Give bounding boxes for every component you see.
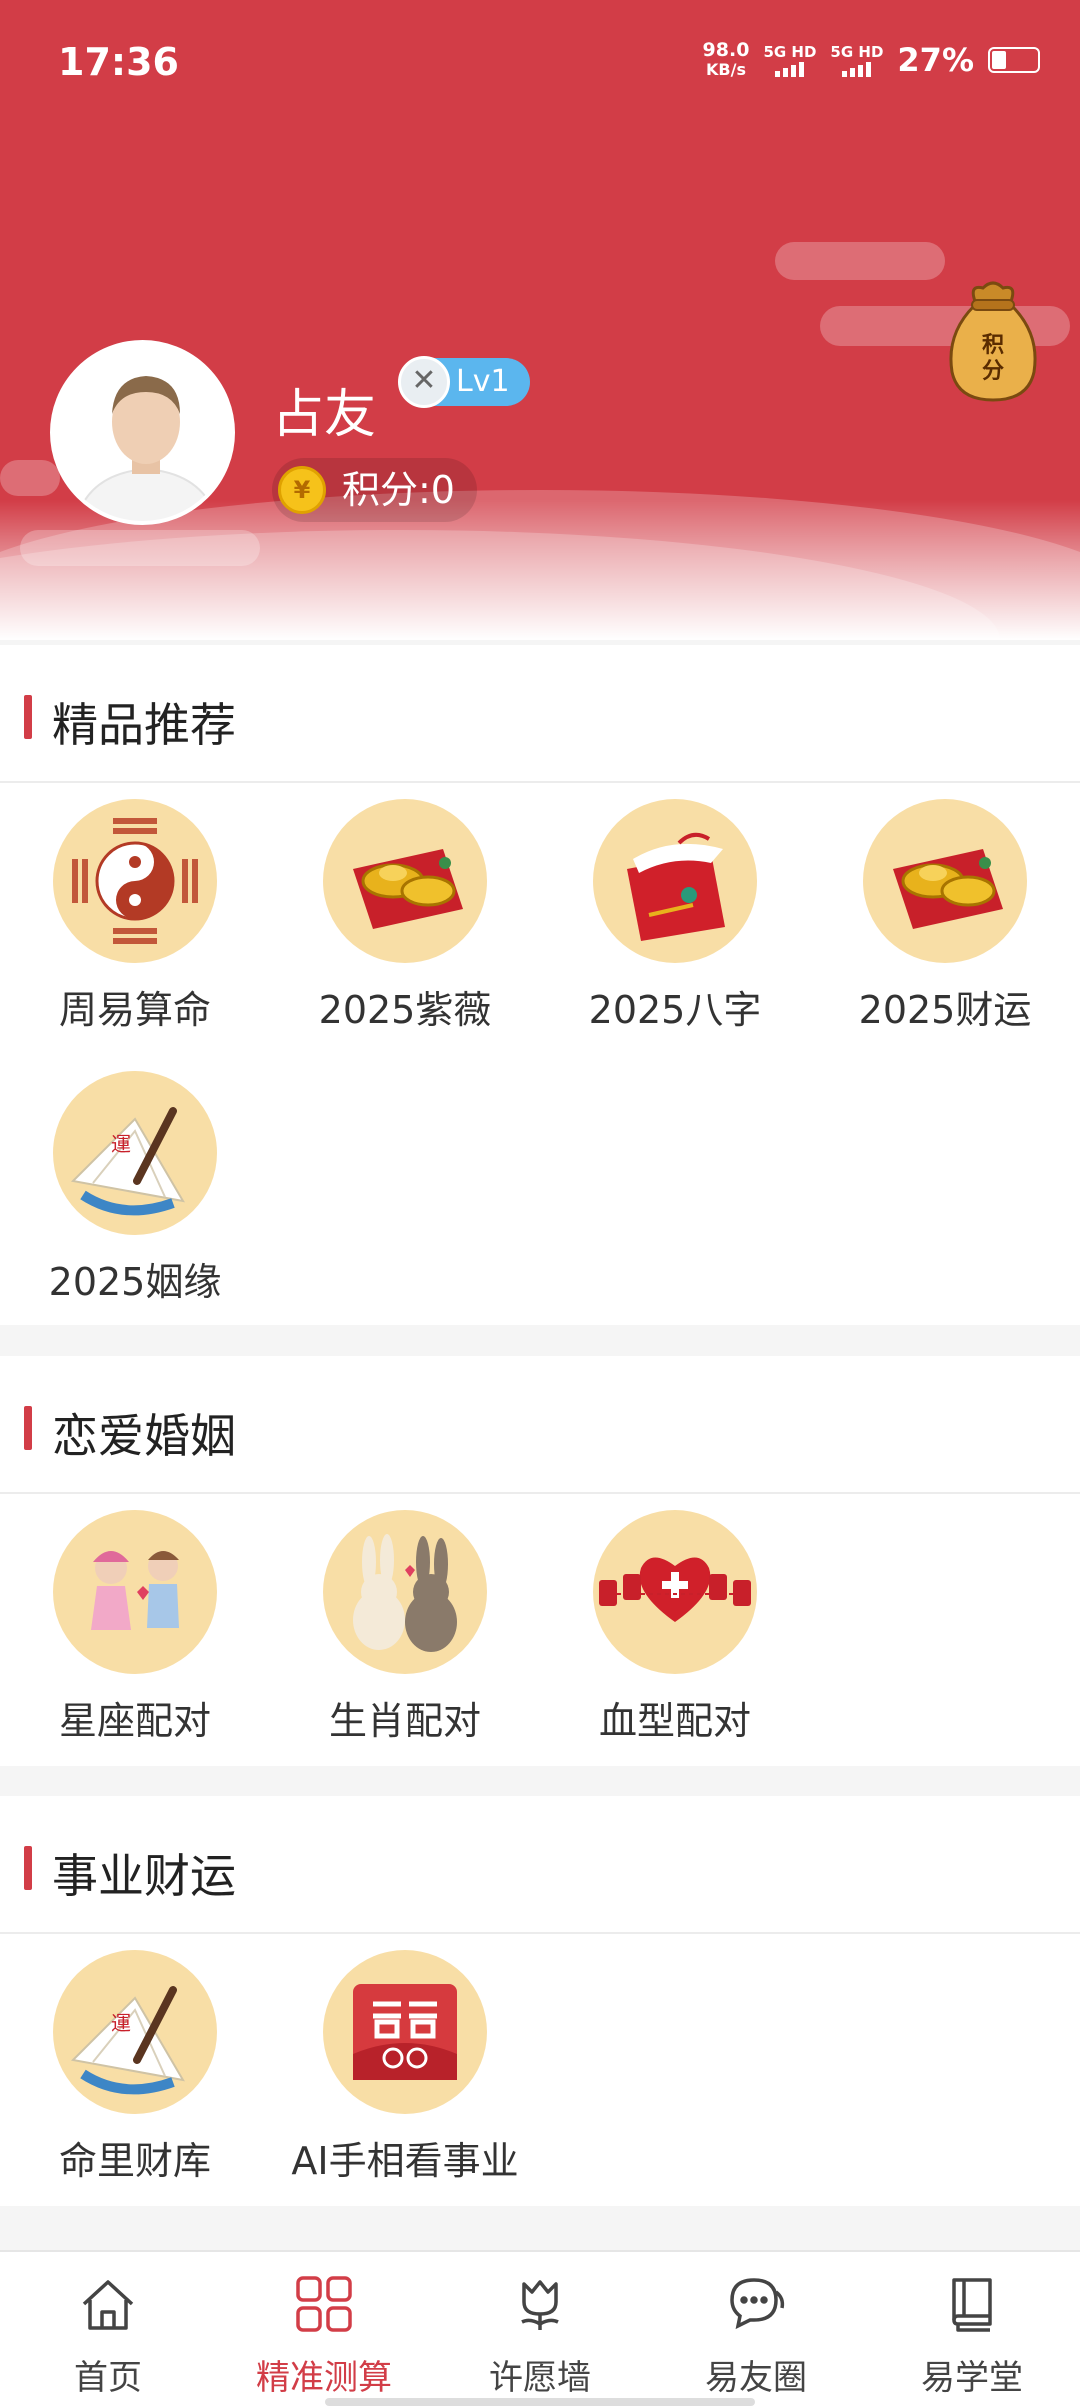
cloud-decoration [775, 242, 945, 280]
section-featured: 精品推荐 周易算命 2025紫薇 2025八字 2025财运 運 2025姻缘 [0, 645, 1080, 1325]
sim2-label: 5G HD [830, 43, 884, 61]
item-ziwei[interactable]: 2025紫薇 [270, 783, 540, 1055]
double-happiness-icon [323, 1950, 487, 2114]
section-accent-bar [24, 1406, 32, 1450]
item-label: 星座配对 [58, 1699, 211, 1743]
item-label: 2025财运 [858, 988, 1032, 1032]
item-shengxiao[interactable]: 生肖配对 [270, 1494, 540, 1766]
section-title: 事业财运 [52, 1849, 236, 1903]
home-icon [78, 2274, 138, 2334]
grid-icon [294, 2274, 354, 2334]
fan-brush-icon: 運 [53, 1071, 217, 1235]
item-label: 命里财库 [58, 2139, 211, 2183]
chat-icon [726, 2274, 786, 2334]
item-label: 2025八字 [588, 988, 762, 1032]
battery-icon [988, 47, 1040, 73]
svg-text:积: 积 [982, 333, 1004, 358]
svg-text:運: 運 [111, 2011, 131, 2035]
level-badge[interactable]: ✕ Lv1 [398, 356, 530, 408]
status-icons: 98.0 KB/s 5G HD 5G HD 27% [703, 40, 1040, 80]
item-label: 2025姻缘 [48, 1260, 222, 1304]
heart-blood-icon [593, 1510, 757, 1674]
section-title: 恋爱婚姻 [52, 1409, 236, 1463]
avatar[interactable] [50, 340, 235, 525]
signal-icon: 5G HD [763, 43, 816, 77]
tab-label: 易友圈 [705, 2358, 807, 2398]
item-zhouyi[interactable]: 周易算命 [0, 783, 270, 1055]
item-label: 血型配对 [598, 1699, 751, 1743]
points-bag-icon[interactable]: 积 分 [938, 274, 1048, 404]
home-indicator[interactable] [325, 2398, 755, 2406]
status-time: 17:36 [58, 40, 179, 84]
network-speed-unit: KB/s [706, 60, 746, 79]
couple-icon [53, 1510, 217, 1674]
section-love: 恋爱婚姻 星座配对 生肖配对 血型配对 [0, 1356, 1080, 1766]
red-envelope-icon [593, 799, 757, 963]
level-icon: ✕ [398, 356, 450, 408]
tab-precise-calc[interactable]: 精准测算 [216, 2252, 432, 2408]
tab-study-hall[interactable]: 易学堂 [864, 2252, 1080, 2408]
sim1-label: 5G HD [763, 43, 817, 61]
username: 占友 [272, 385, 377, 445]
section-header: 精品推荐 [0, 645, 1080, 783]
item-label: AI手相看事业 [291, 2139, 519, 2183]
section-title: 精品推荐 [52, 698, 236, 752]
item-label: 2025紫薇 [318, 988, 492, 1032]
item-xingzuo[interactable]: 星座配对 [0, 1494, 270, 1766]
tab-wish-wall[interactable]: 许愿墙 [432, 2252, 648, 2408]
rabbits-icon [323, 1510, 487, 1674]
section-accent-bar [24, 1846, 32, 1890]
item-caiyun[interactable]: 2025财运 [810, 783, 1080, 1055]
bottom-tab-bar: 首页 精准测算 许愿墙 易友圈 易学堂 [0, 2250, 1080, 2408]
item-xuexing[interactable]: 血型配对 [540, 1494, 810, 1766]
section-header: 恋爱婚姻 [0, 1356, 1080, 1494]
cloud-decoration [0, 460, 60, 496]
network-speed-value: 98.0 [702, 39, 750, 61]
yin-yang-bagua-icon [53, 799, 217, 963]
item-yinyuan[interactable]: 運 2025姻缘 [0, 1055, 270, 1327]
tab-label: 精准测算 [256, 2358, 392, 2398]
section-accent-bar [24, 695, 32, 739]
svg-text:分: 分 [982, 359, 1004, 384]
item-label: 生肖配对 [328, 1699, 481, 1743]
signal-icon: 5G HD [830, 43, 883, 77]
gold-ingot-icon [863, 799, 1027, 963]
item-caiku[interactable]: 運 命里财库 [0, 1934, 270, 2206]
tab-label: 许愿墙 [489, 2358, 591, 2398]
tulip-icon [510, 2274, 570, 2334]
battery-percent: 27% [897, 41, 974, 79]
tab-label: 易学堂 [921, 2358, 1023, 2398]
status-bar: 17:36 98.0 KB/s 5G HD 5G HD 27% [0, 0, 1080, 130]
level-text: Lv1 [456, 364, 510, 399]
network-speed: 98.0 KB/s [703, 40, 750, 80]
item-bazi[interactable]: 2025八字 [540, 783, 810, 1055]
coin-icon: ¥ [278, 466, 326, 514]
book-icon [942, 2274, 1002, 2334]
fan-brush-icon: 運 [53, 1950, 217, 2114]
tab-home[interactable]: 首页 [0, 2252, 216, 2408]
tab-label: 首页 [74, 2358, 142, 2398]
section-career: 事业财运 運 命里财库 AI手相看事业 [0, 1796, 1080, 2206]
tab-friends-circle[interactable]: 易友圈 [648, 2252, 864, 2408]
gold-ingot-icon [323, 799, 487, 963]
points-text: 积分:0 [342, 468, 455, 512]
svg-text:運: 運 [111, 1132, 131, 1156]
item-label: 周易算命 [58, 988, 211, 1032]
section-header: 事业财运 [0, 1796, 1080, 1934]
points-display[interactable]: ¥ 积分:0 [272, 458, 477, 522]
item-ai-palm[interactable]: AI手相看事业 [270, 1934, 540, 2206]
